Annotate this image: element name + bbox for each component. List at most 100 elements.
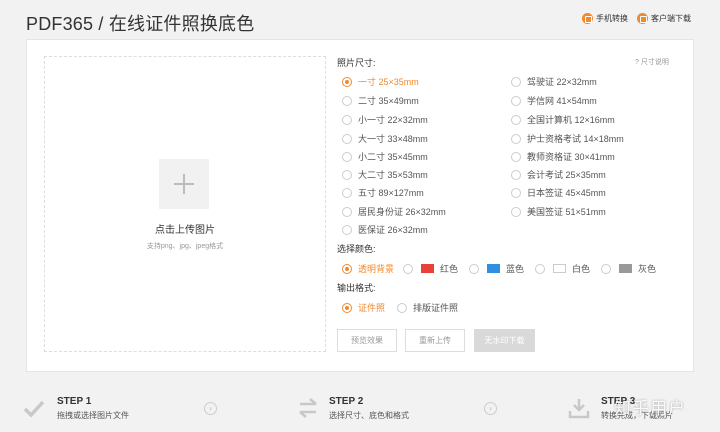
radio-icon — [342, 206, 352, 217]
check-icon — [23, 400, 45, 418]
color-option-label: 透明背景 — [358, 264, 395, 274]
upload-area[interactable]: 点击上传图片 支持png、jpg、jpeg格式 — [44, 56, 326, 352]
size-option-label: 会计考试 25×35mm — [527, 170, 606, 180]
size-option-label: 一寸 25×35mm — [358, 77, 419, 87]
size-option-small-2cun[interactable]: 小二寸 35×45mm — [342, 150, 428, 163]
size-option-label: 小一寸 22×32mm — [358, 115, 428, 125]
size-option-label: 五寸 89×127mm — [358, 188, 424, 198]
format-option-layout-photo[interactable]: 排版证件照 — [397, 301, 458, 314]
main-card: 点击上传图片 支持png、jpg、jpeg格式 照片尺寸: ? 尺寸说明 一寸 … — [26, 39, 694, 372]
size-option-japan-visa[interactable]: 日本签证 45×45mm — [511, 186, 606, 199]
size-option-label: 小二寸 35×45mm — [358, 152, 428, 162]
size-spec-link[interactable]: ? 尺寸说明 — [635, 57, 669, 67]
radio-icon — [342, 151, 352, 162]
upload-title: 点击上传图片 — [155, 225, 215, 236]
step1-title: STEP 1 — [57, 396, 92, 407]
gray-swatch — [619, 264, 632, 273]
header: PDF365 / 在线证件照换底色 手机转换 客户端下载 — [0, 0, 720, 40]
color-option-label: 红色 — [440, 264, 459, 274]
red-swatch — [421, 264, 434, 273]
radio-icon — [511, 114, 521, 125]
color-section-label: 选择颜色: — [337, 244, 376, 254]
mobile-convert-label: 手机转换 — [596, 14, 628, 23]
reupload-button[interactable]: 重新上传 — [405, 329, 465, 352]
size-option-large-1cun[interactable]: 大一寸 33×48mm — [342, 132, 428, 145]
color-option-red[interactable]: 红色 — [403, 262, 458, 275]
radio-icon — [342, 263, 352, 274]
radio-icon — [469, 263, 479, 274]
steps-bar: STEP 1 拖拽或选择图片文件 › STEP 2 选择尺寸、底色和格式 › S… — [0, 384, 720, 432]
radio-icon — [403, 263, 413, 274]
size-option-label: 大二寸 35×53mm — [358, 170, 428, 180]
size-option-label: 美国签证 51×51mm — [527, 207, 606, 217]
size-section-label: 照片尺寸: — [337, 58, 376, 68]
download-no-watermark-button[interactable]: 无水印下载 — [474, 329, 535, 352]
format-section-label: 输出格式: — [337, 283, 376, 293]
page-title: PDF365 / 在线证件照换底色 — [26, 14, 255, 34]
radio-icon — [342, 76, 352, 87]
format-option-id-photo[interactable]: 证件照 — [342, 301, 385, 314]
step2-title: STEP 2 — [329, 396, 364, 407]
color-option-label: 蓝色 — [506, 264, 525, 274]
color-option-transparent[interactable]: 透明背景 — [342, 262, 394, 275]
chevron-right-icon: › — [484, 402, 497, 415]
size-option-us-visa[interactable]: 美国签证 51×51mm — [511, 205, 606, 218]
preview-button[interactable]: 预览效果 — [337, 329, 397, 352]
white-swatch — [553, 264, 566, 273]
radio-icon — [511, 187, 521, 198]
radio-icon — [342, 95, 352, 106]
color-option-white[interactable]: 白色 — [535, 262, 590, 275]
size-option-accounting-exam[interactable]: 会计考试 25×35mm — [511, 168, 606, 181]
color-option-label: 白色 — [572, 264, 591, 274]
mobile-icon — [582, 13, 593, 24]
format-option-label: 证件照 — [358, 303, 386, 313]
size-option-label: 日本签证 45×45mm — [527, 188, 606, 198]
size-option-label: 学信网 41×54mm — [527, 96, 597, 106]
plus-icon — [159, 159, 209, 209]
radio-icon — [342, 133, 352, 144]
size-option-id-card[interactable]: 居民身份证 26×32mm — [342, 205, 446, 218]
client-download-label: 客户端下载 — [651, 14, 691, 23]
mobile-convert-link[interactable]: 手机转换 — [582, 13, 628, 24]
color-option-gray[interactable]: 灰色 — [601, 262, 656, 275]
radio-icon — [511, 133, 521, 144]
size-option-5cun[interactable]: 五寸 89×127mm — [342, 186, 424, 199]
size-option-driver-license[interactable]: 驾驶证 22×32mm — [511, 75, 597, 88]
radio-icon — [397, 302, 407, 313]
size-option-small-1cun[interactable]: 小一寸 22×32mm — [342, 113, 428, 126]
size-option-label: 大一寸 33×48mm — [358, 134, 428, 144]
swap-icon — [299, 398, 317, 418]
size-option-1cun[interactable]: 一寸 25×35mm — [342, 75, 419, 88]
size-option-label: 全国计算机 12×16mm — [527, 115, 615, 125]
blue-swatch — [487, 264, 500, 273]
format-option-label: 排版证件照 — [413, 303, 459, 313]
size-option-label: 护士资格考试 14×18mm — [527, 134, 624, 144]
radio-icon — [535, 263, 545, 274]
radio-icon — [601, 263, 611, 274]
size-option-label: 二寸 35×49mm — [358, 96, 419, 106]
size-option-2cun[interactable]: 二寸 35×49mm — [342, 94, 419, 107]
radio-icon — [511, 151, 521, 162]
radio-icon — [511, 169, 521, 180]
step1-desc: 拖拽或选择图片文件 — [57, 411, 129, 420]
radio-icon — [342, 114, 352, 125]
color-option-label: 灰色 — [638, 264, 657, 274]
size-option-computer-exam[interactable]: 全国计算机 12×16mm — [511, 113, 615, 126]
color-option-blue[interactable]: 蓝色 — [469, 262, 524, 275]
step2-desc: 选择尺寸、底色和格式 — [329, 411, 409, 420]
client-download-link[interactable]: 客户端下载 — [637, 13, 691, 24]
size-spec-label: 尺寸说明 — [640, 59, 669, 66]
radio-icon — [342, 169, 352, 180]
chevron-right-icon: › — [204, 402, 217, 415]
size-option-large-2cun[interactable]: 大二寸 35×53mm — [342, 168, 428, 181]
radio-icon — [342, 187, 352, 198]
size-option-label: 驾驶证 22×32mm — [527, 77, 597, 87]
size-option-nurse-exam[interactable]: 护士资格考试 14×18mm — [511, 132, 624, 145]
radio-icon — [511, 206, 521, 217]
size-option-xuexin[interactable]: 学信网 41×54mm — [511, 94, 597, 107]
radio-icon — [511, 95, 521, 106]
size-option-medical-card[interactable]: 医保证 26×32mm — [342, 223, 428, 236]
radio-icon — [342, 302, 352, 313]
radio-icon — [342, 224, 352, 235]
size-option-teacher-cert[interactable]: 教师资格证 30×41mm — [511, 150, 615, 163]
